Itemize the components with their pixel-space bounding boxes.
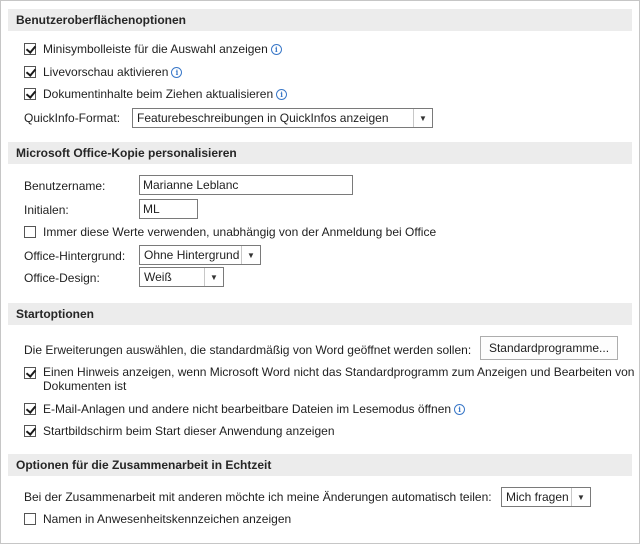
initials-label: Initialen:	[24, 203, 69, 217]
always-use-label: Immer diese Werte verwenden, unabhängig …	[43, 225, 437, 239]
minitoolbar-option[interactable]: Minisymbolleiste für die Auswahl anzeige…	[24, 42, 282, 56]
chevron-down-icon[interactable]: ▼	[413, 109, 432, 127]
section-header-personalize: Microsoft Office-Kopie personalisieren	[8, 142, 632, 164]
notify-line1: Einen Hinweis anzeigen, wenn Microsoft W…	[43, 365, 635, 379]
background-label: Office-Hintergrund:	[24, 249, 126, 263]
start-screen-option[interactable]: Startbildschirm beim Start dieser Anwend…	[24, 424, 335, 438]
chevron-down-icon[interactable]: ▼	[571, 488, 590, 506]
design-label: Office-Design:	[24, 271, 100, 285]
presence-names-checkbox[interactable]	[24, 513, 36, 525]
always-use-option[interactable]: Immer diese Werte verwenden, unabhängig …	[24, 225, 436, 239]
notify-option[interactable]: Einen Hinweis anzeigen, wenn Microsoft W…	[24, 365, 634, 393]
share-text: Bei der Zusammenarbeit mit anderen möcht…	[24, 490, 492, 504]
username-field[interactable]: Marianne Leblanc	[139, 175, 353, 195]
info-icon[interactable]: i	[171, 66, 183, 78]
extensions-text: Die Erweiterungen auswählen, die standar…	[24, 343, 472, 357]
notify-label: Einen Hinweis anzeigen, wenn Microsoft W…	[43, 365, 634, 393]
presence-names-label: Namen in Anwesenheitskennzeichen anzeige…	[43, 512, 292, 526]
start-screen-checkbox[interactable]	[24, 425, 36, 437]
background-value: Ohne Hintergrund	[144, 248, 240, 262]
minitoolbar-checkbox[interactable]	[24, 43, 36, 55]
initials-field[interactable]: ML	[139, 199, 198, 219]
share-select[interactable]: Mich fragen ▼	[501, 487, 591, 507]
section-header-start: Startoptionen	[8, 303, 632, 325]
minitoolbar-label: Minisymbolleiste für die Auswahl anzeige…	[43, 42, 268, 56]
start-screen-label: Startbildschirm beim Start dieser Anwend…	[43, 424, 335, 438]
design-value: Weiß	[144, 270, 172, 284]
quickinfo-label: QuickInfo-Format:	[24, 111, 121, 125]
presence-names-option[interactable]: Namen in Anwesenheitskennzeichen anzeige…	[24, 512, 291, 526]
section-header-ui: Benutzeroberflächenoptionen	[8, 9, 632, 31]
info-icon[interactable]: i	[454, 403, 466, 415]
quickinfo-select[interactable]: Featurebeschreibungen in QuickInfos anze…	[132, 108, 433, 128]
share-value: Mich fragen	[506, 490, 569, 504]
notify-line2: Dokumenten ist	[43, 379, 127, 393]
design-select[interactable]: Weiß ▼	[139, 267, 224, 287]
dragcontent-label: Dokumentinhalte beim Ziehen aktualisiere…	[43, 87, 274, 101]
dragcontent-option[interactable]: Dokumentinhalte beim Ziehen aktualisiere…	[24, 87, 288, 101]
info-icon[interactable]: i	[276, 88, 288, 100]
section-header-collab: Optionen für die Zusammenarbeit in Echtz…	[8, 454, 632, 476]
reading-mode-label: E-Mail-Anlagen und andere nicht bearbeit…	[43, 402, 452, 416]
reading-mode-checkbox[interactable]	[24, 403, 36, 415]
always-use-checkbox[interactable]	[24, 226, 36, 238]
livepreview-option[interactable]: Livevorschau aktivieren i	[24, 65, 183, 79]
background-select[interactable]: Ohne Hintergrund ▼	[139, 245, 261, 265]
chevron-down-icon[interactable]: ▼	[204, 268, 223, 286]
dragcontent-checkbox[interactable]	[24, 88, 36, 100]
livepreview-label: Livevorschau aktivieren	[43, 65, 169, 79]
username-label: Benutzername:	[24, 179, 106, 193]
info-icon[interactable]: i	[270, 43, 282, 55]
chevron-down-icon[interactable]: ▼	[241, 246, 260, 264]
quickinfo-value: Featurebeschreibungen in QuickInfos anze…	[137, 111, 389, 125]
options-panel: Benutzeroberflächenoptionen Minisymbolle…	[0, 0, 640, 544]
default-programs-button[interactable]: Standardprogramme...	[480, 336, 618, 360]
notify-checkbox[interactable]	[24, 367, 36, 379]
reading-mode-option[interactable]: E-Mail-Anlagen und andere nicht bearbeit…	[24, 402, 466, 416]
livepreview-checkbox[interactable]	[24, 66, 36, 78]
